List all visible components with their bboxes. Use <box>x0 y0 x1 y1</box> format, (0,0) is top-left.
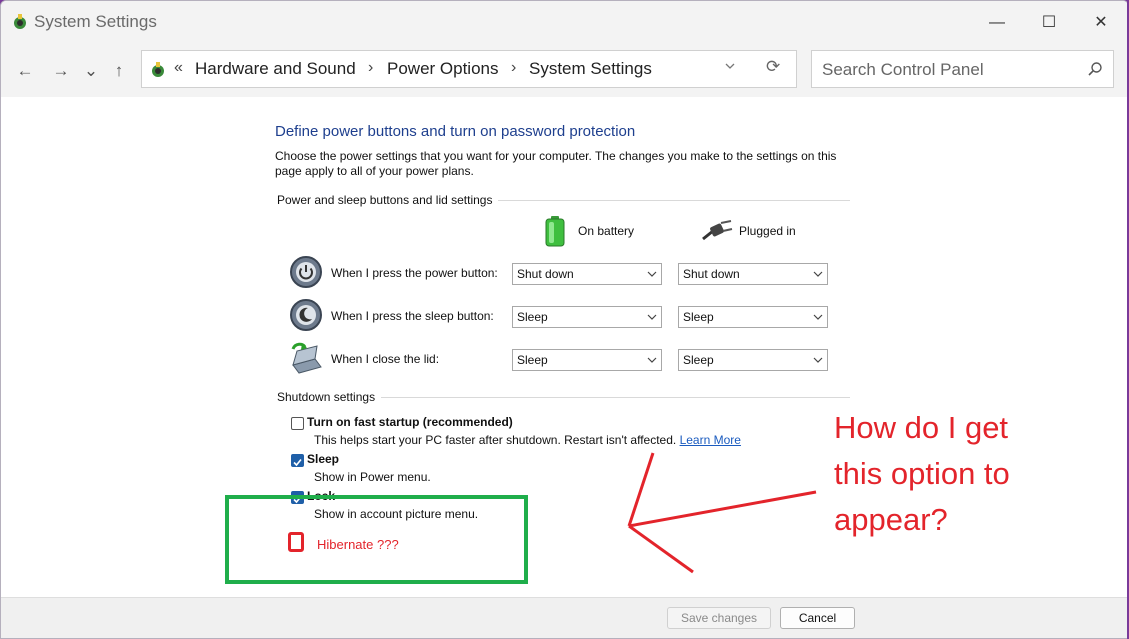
battery-icon <box>545 216 565 247</box>
hibernate-annotation-label: Hibernate ??? <box>317 537 399 552</box>
recent-locations-button[interactable]: ⌄ <box>79 59 103 83</box>
section-power-sleep-label: Power and sleep buttons and lid settings <box>277 193 499 207</box>
navigation-bar: ← → ⌄ ↑ « Hardware and Sound › Power Opt… <box>1 45 1128 97</box>
sleep-option-label[interactable]: Sleep <box>307 452 339 466</box>
maximize-button[interactable]: ☐ <box>1035 11 1063 35</box>
sleep-option-description: Show in Power menu. <box>314 470 431 484</box>
page-title: Define power buttons and turn on passwor… <box>275 123 636 140</box>
plug-icon <box>702 220 733 241</box>
section-shutdown-label: Shutdown settings <box>277 390 382 404</box>
control-panel-icon <box>152 62 164 77</box>
breadcrumb-hardware-and-sound[interactable]: Hardware and Sound <box>195 59 356 79</box>
address-bar[interactable]: « Hardware and Sound › Power Options › S… <box>141 50 797 88</box>
system-settings-window: System Settings — ☐ ✕ ← → ⌄ ↑ « Hardware… <box>0 0 1129 639</box>
chevron-down-icon <box>813 271 823 277</box>
title-bar: System Settings — ☐ ✕ <box>1 1 1128 45</box>
breadcrumb-system-settings[interactable]: System Settings <box>529 59 652 79</box>
breadcrumb-overflow[interactable]: « <box>174 59 183 77</box>
column-plugged-in: Plugged in <box>739 224 796 238</box>
power-button-plugged-select[interactable]: Shut down <box>678 263 828 285</box>
dialog-footer: Save changes Cancel <box>1 597 1128 638</box>
back-button[interactable]: ← <box>13 59 37 83</box>
refresh-button[interactable]: ⟳ <box>766 57 780 77</box>
fast-startup-checkbox[interactable] <box>291 417 304 430</box>
row-label-power-button: When I press the power button: <box>331 266 498 280</box>
power-button-battery-select[interactable]: Shut down <box>512 263 662 285</box>
breadcrumb-power-options[interactable]: Power Options <box>387 59 499 79</box>
power-button-icon <box>290 256 322 288</box>
search-input[interactable]: Search Control Panel <box>811 50 1114 88</box>
chevron-down-icon[interactable] <box>724 60 736 72</box>
sleep-button-plugged-select[interactable]: Sleep <box>678 306 828 328</box>
column-on-battery: On battery <box>578 224 635 238</box>
chevron-down-icon <box>647 314 657 320</box>
sleep-checkbox[interactable] <box>291 454 304 467</box>
search-placeholder: Search Control Panel <box>822 60 984 79</box>
page-description: Choose the power settings that you want … <box>275 149 837 178</box>
laptop-lid-icon <box>291 342 322 374</box>
annotation-question: How do I get this option to appear? <box>834 410 1010 537</box>
breadcrumb-separator[interactable]: › <box>368 59 373 77</box>
chevron-down-icon <box>813 357 823 363</box>
close-button[interactable]: ✕ <box>1087 11 1115 35</box>
close-lid-battery-select[interactable]: Sleep <box>512 349 662 371</box>
cancel-button[interactable]: Cancel <box>780 607 855 629</box>
window-title: System Settings <box>34 12 157 31</box>
chevron-down-icon <box>647 357 657 363</box>
save-changes-button[interactable]: Save changes <box>667 607 771 629</box>
search-icon[interactable] <box>1087 61 1103 77</box>
hibernate-annotation-checkbox <box>288 532 304 552</box>
up-button[interactable]: ↑ <box>107 59 131 83</box>
checkmark-icon <box>293 458 302 467</box>
minimize-button[interactable]: — <box>983 11 1011 35</box>
close-lid-plugged-select[interactable]: Sleep <box>678 349 828 371</box>
chevron-down-icon <box>813 314 823 320</box>
row-label-sleep-button: When I press the sleep button: <box>331 309 494 323</box>
sleep-button-battery-select[interactable]: Sleep <box>512 306 662 328</box>
forward-button[interactable]: → <box>49 59 73 83</box>
fast-startup-label[interactable]: Turn on fast startup (recommended) <box>307 415 513 429</box>
annotation-arrow <box>627 452 817 574</box>
sleep-button-icon <box>290 299 322 331</box>
breadcrumb-separator[interactable]: › <box>511 59 516 77</box>
chevron-down-icon <box>647 271 657 277</box>
control-panel-icon <box>14 14 26 29</box>
row-label-close-lid: When I close the lid: <box>331 352 440 366</box>
